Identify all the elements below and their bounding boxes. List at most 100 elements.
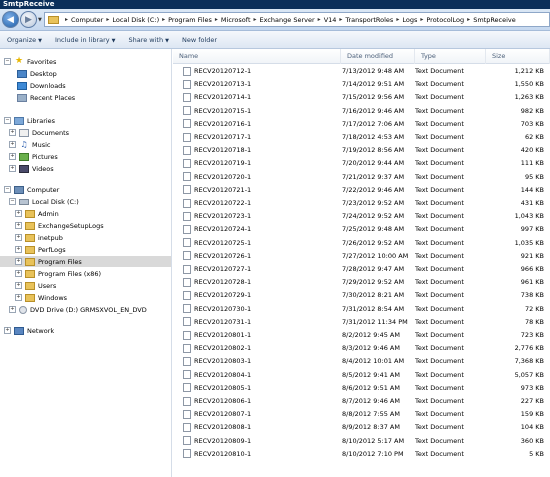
file-row[interactable]: RECV20120720-1 7/21/2012 9:37 AM Text Docu… [173, 171, 550, 183]
file-row[interactable]: RECV20120801-1 8/2/2012 9:45 AM Text Docum… [173, 329, 550, 341]
breadcrumb-separator-icon[interactable]: ▸ [162, 16, 165, 23]
column-header-name[interactable]: Name [173, 49, 341, 64]
file-row[interactable]: RECV20120716-1 7/17/2012 7:06 AM Text Docu… [173, 118, 550, 130]
expand-icon[interactable]: + [15, 294, 22, 301]
expand-icon[interactable]: + [15, 210, 22, 217]
organize-button[interactable]: Organize ▼ [7, 36, 42, 44]
expand-icon[interactable]: + [9, 129, 16, 136]
nav-network[interactable]: + Network [4, 325, 54, 336]
nav-users[interactable]: + Users [15, 280, 56, 291]
back-button[interactable]: ◀ [2, 11, 19, 28]
nav-recent-places[interactable]: Recent Places [17, 92, 75, 103]
nav-windows[interactable]: + Windows [15, 292, 67, 303]
nav-favorites[interactable]: − ★ Favorites [4, 56, 56, 67]
breadcrumb-segment[interactable]: Microsoft [221, 16, 251, 24]
nav-perflogs[interactable]: + PerfLogs [15, 244, 66, 255]
column-header-date[interactable]: Date modified [341, 49, 415, 64]
nav-music[interactable]: + ♫ Music [9, 139, 51, 150]
breadcrumb-separator-icon[interactable]: ▸ [420, 16, 423, 23]
column-header-size[interactable]: Size [486, 49, 550, 64]
breadcrumb-separator-icon[interactable]: ▸ [106, 16, 109, 23]
expand-icon[interactable]: + [15, 258, 22, 265]
nav-pictures[interactable]: + Pictures [9, 151, 58, 162]
file-row[interactable]: RECV20120807-1 8/8/2012 7:55 AM Text Docum… [173, 408, 550, 420]
file-row[interactable]: RECV20120803-1 8/4/2012 10:01 AM Text Docu… [173, 355, 550, 367]
expand-icon[interactable]: + [15, 222, 22, 229]
nav-documents[interactable]: + Documents [9, 127, 69, 138]
nav-program-files-x86[interactable]: + Program Files (x86) [15, 268, 101, 279]
recent-pages-dropdown-icon[interactable]: ▼ [38, 17, 42, 23]
collapse-icon[interactable]: − [9, 198, 16, 205]
file-row[interactable]: RECV20120724-1 7/25/2012 9:48 AM Text Docu… [173, 223, 550, 235]
breadcrumb-separator-icon[interactable]: ▸ [65, 16, 68, 23]
breadcrumb-segment[interactable]: TransportRoles [345, 16, 393, 24]
address-bar[interactable]: ▸ Computer ▸ Local Disk (C:) ▸ Program Files ▸… [44, 12, 550, 27]
file-row[interactable]: RECV20120713-1 7/14/2012 9:51 AM Text Docu… [173, 78, 550, 90]
file-row[interactable]: RECV20120719-1 7/20/2012 9:44 AM Text Docu… [173, 157, 550, 169]
expand-icon[interactable]: + [15, 246, 22, 253]
breadcrumb-separator-icon[interactable]: ▸ [215, 16, 218, 23]
file-row[interactable]: RECV20120723-1 7/24/2012 9:52 AM Text Docu… [173, 210, 550, 222]
breadcrumb-separator-icon[interactable]: ▸ [318, 16, 321, 23]
breadcrumb-separator-icon[interactable]: ▸ [467, 16, 470, 23]
share-with-button[interactable]: Share with ▼ [128, 36, 168, 44]
file-row[interactable]: RECV20120808-1 8/9/2012 8:37 AM Text Docum… [173, 421, 550, 433]
forward-button[interactable]: ▶ [20, 11, 37, 28]
file-row[interactable]: RECV20120728-1 7/29/2012 9:52 AM Text Docu… [173, 276, 550, 288]
file-row[interactable]: RECV20120715-1 7/16/2012 9:46 AM Text Docu… [173, 105, 550, 117]
nav-desktop[interactable]: Desktop [17, 68, 57, 79]
file-row[interactable]: RECV20120804-1 8/5/2012 9:41 AM Text Docum… [173, 369, 550, 381]
expand-icon[interactable]: + [15, 282, 22, 289]
file-row[interactable]: RECV20120722-1 7/23/2012 9:52 AM Text Docu… [173, 197, 550, 209]
nav-exchange-setup-logs[interactable]: + ExchangeSetupLogs [15, 220, 104, 231]
file-row[interactable]: RECV20120721-1 7/22/2012 9:46 AM Text Docu… [173, 184, 550, 196]
breadcrumb-segment[interactable]: Exchange Server [260, 16, 315, 24]
nav-libraries[interactable]: − Libraries [4, 115, 55, 126]
expand-icon[interactable]: + [4, 327, 11, 334]
nav-local-disk[interactable]: − Local Disk (C:) [9, 196, 79, 207]
breadcrumb-segment[interactable]: Local Disk (C:) [112, 16, 159, 24]
file-row[interactable]: RECV20120718-1 7/19/2012 8:56 AM Text Docu… [173, 144, 550, 156]
nav-inetpub[interactable]: + inetpub [15, 232, 63, 243]
expand-icon[interactable]: + [9, 306, 16, 313]
breadcrumb-segment[interactable]: V14 [324, 16, 337, 24]
breadcrumb-separator-icon[interactable]: ▸ [254, 16, 257, 23]
file-row[interactable]: RECV20120717-1 7/18/2012 4:53 AM Text Docu… [173, 131, 550, 143]
column-header-type[interactable]: Type [415, 49, 486, 64]
collapse-icon[interactable]: − [4, 117, 11, 124]
collapse-icon[interactable]: − [4, 58, 11, 65]
nav-program-files[interactable]: + Program Files [0, 256, 171, 267]
breadcrumb-segment[interactable]: Computer [71, 16, 103, 24]
expand-icon[interactable]: + [9, 165, 16, 172]
file-row[interactable]: RECV20120802-1 8/3/2012 9:46 AM Text Docum… [173, 342, 550, 354]
nav-videos[interactable]: + Videos [9, 163, 54, 174]
file-row[interactable]: RECV20120730-1 7/31/2012 8:54 AM Text Docu… [173, 303, 550, 315]
include-in-library-button[interactable]: Include in library ▼ [55, 36, 116, 44]
expand-icon[interactable]: + [9, 153, 16, 160]
file-row[interactable]: RECV20120714-1 7/15/2012 9:56 AM Text Docu… [173, 91, 550, 103]
breadcrumb-separator-icon[interactable]: ▸ [396, 16, 399, 23]
breadcrumb-segment[interactable]: ProtocolLog [426, 16, 464, 24]
file-row[interactable]: RECV20120729-1 7/30/2012 8:21 AM Text Docu… [173, 289, 550, 301]
expand-icon[interactable]: + [15, 234, 22, 241]
breadcrumb-separator-icon[interactable]: ▸ [339, 16, 342, 23]
file-row[interactable]: RECV20120809-1 8/10/2012 5:17 AM Text Docu… [173, 435, 550, 447]
new-folder-button[interactable]: New folder [182, 36, 217, 44]
nav-dvd-drive[interactable]: + DVD Drive (D:) GRMSXVOL_EN_DVD [9, 304, 147, 315]
file-row[interactable]: RECV20120725-1 7/26/2012 9:52 AM Text Docu… [173, 237, 550, 249]
file-row[interactable]: RECV20120726-1 7/27/2012 10:00 AM Text Doc… [173, 250, 550, 262]
expand-icon[interactable]: + [9, 141, 16, 148]
breadcrumb-segment[interactable]: Program Files [168, 16, 212, 24]
expand-icon[interactable]: + [15, 270, 22, 277]
collapse-icon[interactable]: − [4, 186, 11, 193]
file-row[interactable]: RECV20120810-1 8/10/2012 7:10 PM Text Docu… [173, 448, 550, 460]
file-row[interactable]: RECV20120712-1 7/13/2012 9:48 AM Text Docu… [173, 65, 550, 77]
file-row[interactable]: RECV20120727-1 7/28/2012 9:47 AM Text Docu… [173, 263, 550, 275]
breadcrumb-segment[interactable]: Logs [402, 16, 417, 24]
nav-downloads[interactable]: Downloads [17, 80, 66, 91]
nav-computer[interactable]: − Computer [4, 184, 59, 195]
file-row[interactable]: RECV20120805-1 8/6/2012 9:51 AM Text Docum… [173, 382, 550, 394]
breadcrumb-segment[interactable]: SmtpReceive [473, 16, 516, 24]
nav-admin[interactable]: + Admin [15, 208, 59, 219]
file-row[interactable]: RECV20120806-1 8/7/2012 9:46 AM Text Docum… [173, 395, 550, 407]
